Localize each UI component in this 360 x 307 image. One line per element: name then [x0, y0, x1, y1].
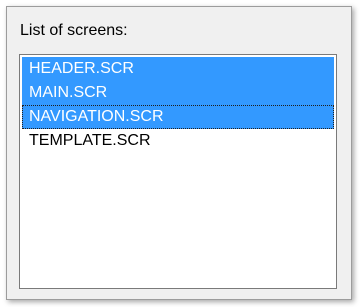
list-label: List of screens: [20, 22, 128, 39]
list-item-navigation-scr[interactable]: NAVIGATION.SCR [22, 105, 334, 129]
list-item-main-scr[interactable]: MAIN.SCR [22, 81, 334, 105]
list-item-header-scr[interactable]: HEADER.SCR [22, 57, 334, 81]
screens-panel: List of screens: HEADER.SCR MAIN.SCR NAV… [6, 6, 352, 300]
screens-listbox[interactable]: HEADER.SCR MAIN.SCR NAVIGATION.SCR TEMPL… [19, 54, 337, 289]
list-item-template-scr[interactable]: TEMPLATE.SCR [22, 129, 334, 153]
